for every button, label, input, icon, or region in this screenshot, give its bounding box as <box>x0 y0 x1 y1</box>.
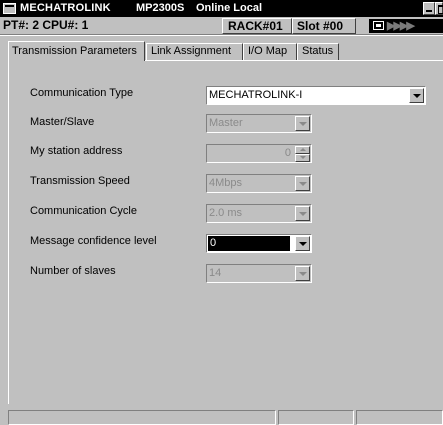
tab-link-assignment[interactable]: Link Assignment <box>146 43 243 60</box>
transmission-speed-value: 4Mbps <box>209 177 243 189</box>
connection-mode: Online Local <box>196 2 263 14</box>
communication-status-indicator: ▶▶▶▶ <box>369 19 443 33</box>
my-station-address-label: My station address <box>30 145 123 157</box>
transmission-parameters-page: Communication Type MECHATROLINK-I Master… <box>8 60 443 404</box>
status-pane-middle <box>278 410 354 425</box>
system-menu-icon[interactable] <box>3 3 16 14</box>
status-pane-right <box>356 410 443 425</box>
tab-status[interactable]: Status <box>297 43 339 60</box>
number-of-slaves-value: 14 <box>209 267 222 279</box>
my-station-address-value: 0 <box>284 147 291 159</box>
chevron-down-icon[interactable] <box>295 116 310 131</box>
status-pane-main <box>8 410 276 425</box>
message-confidence-level-label: Message confidence level <box>30 235 157 247</box>
minimize-button[interactable] <box>423 2 435 15</box>
pt-cpu-label: PT#: 2 CPU#: 1 <box>3 18 89 32</box>
module-info-bar: PT#: 2 CPU#: 1 RACK#01 Slot #00 ▶▶▶▶ <box>0 17 443 35</box>
my-station-address-spinner[interactable]: 0 <box>206 144 312 163</box>
communication-cycle-dropdown[interactable]: 2.0 ms <box>206 204 312 223</box>
status-bar <box>0 409 443 425</box>
communication-type-label: Communication Type <box>30 87 134 99</box>
maximize-button[interactable] <box>435 2 443 15</box>
message-confidence-level-value: 0 <box>207 235 291 252</box>
window-title: MECHATROLINK <box>20 2 111 14</box>
transmission-speed-dropdown[interactable]: 4Mbps <box>206 174 312 193</box>
slot-label: Slot #00 <box>292 18 356 34</box>
spin-up-icon[interactable] <box>295 146 310 154</box>
number-of-slaves-dropdown[interactable]: 14 <box>206 264 312 283</box>
main-panel: Transmission Parameters Link Assignment … <box>0 36 443 425</box>
rack-label: RACK#01 <box>222 18 292 34</box>
chevron-down-icon[interactable] <box>295 176 310 191</box>
chevron-down-icon[interactable] <box>409 88 424 103</box>
transmission-speed-label: Transmission Speed <box>30 175 130 187</box>
title-bar: MECHATROLINK MP2300S Online Local <box>0 0 443 17</box>
chevron-down-icon[interactable] <box>295 206 310 221</box>
chevron-down-icon[interactable] <box>295 266 310 281</box>
communication-type-dropdown[interactable]: MECHATROLINK-I <box>206 86 426 105</box>
message-confidence-level-dropdown[interactable]: 0 <box>206 234 312 253</box>
chevron-down-icon[interactable] <box>295 236 310 251</box>
communication-cycle-value: 2.0 ms <box>209 207 243 219</box>
master-slave-value: Master <box>209 117 243 129</box>
communication-cycle-label: Communication Cycle <box>30 205 137 217</box>
spin-down-icon[interactable] <box>295 154 310 162</box>
number-of-slaves-label: Number of slaves <box>30 265 116 277</box>
transmission-arrows-icon: ▶▶▶▶ <box>387 20 415 32</box>
device-icon <box>373 21 384 30</box>
tab-io-map[interactable]: I/O Map <box>243 43 297 60</box>
master-slave-label: Master/Slave <box>30 116 95 128</box>
master-slave-dropdown[interactable]: Master <box>206 114 312 133</box>
tab-transmission-parameters[interactable]: Transmission Parameters <box>8 41 145 61</box>
communication-type-value: MECHATROLINK-I <box>209 89 303 101</box>
controller-model: MP2300S <box>136 2 185 14</box>
